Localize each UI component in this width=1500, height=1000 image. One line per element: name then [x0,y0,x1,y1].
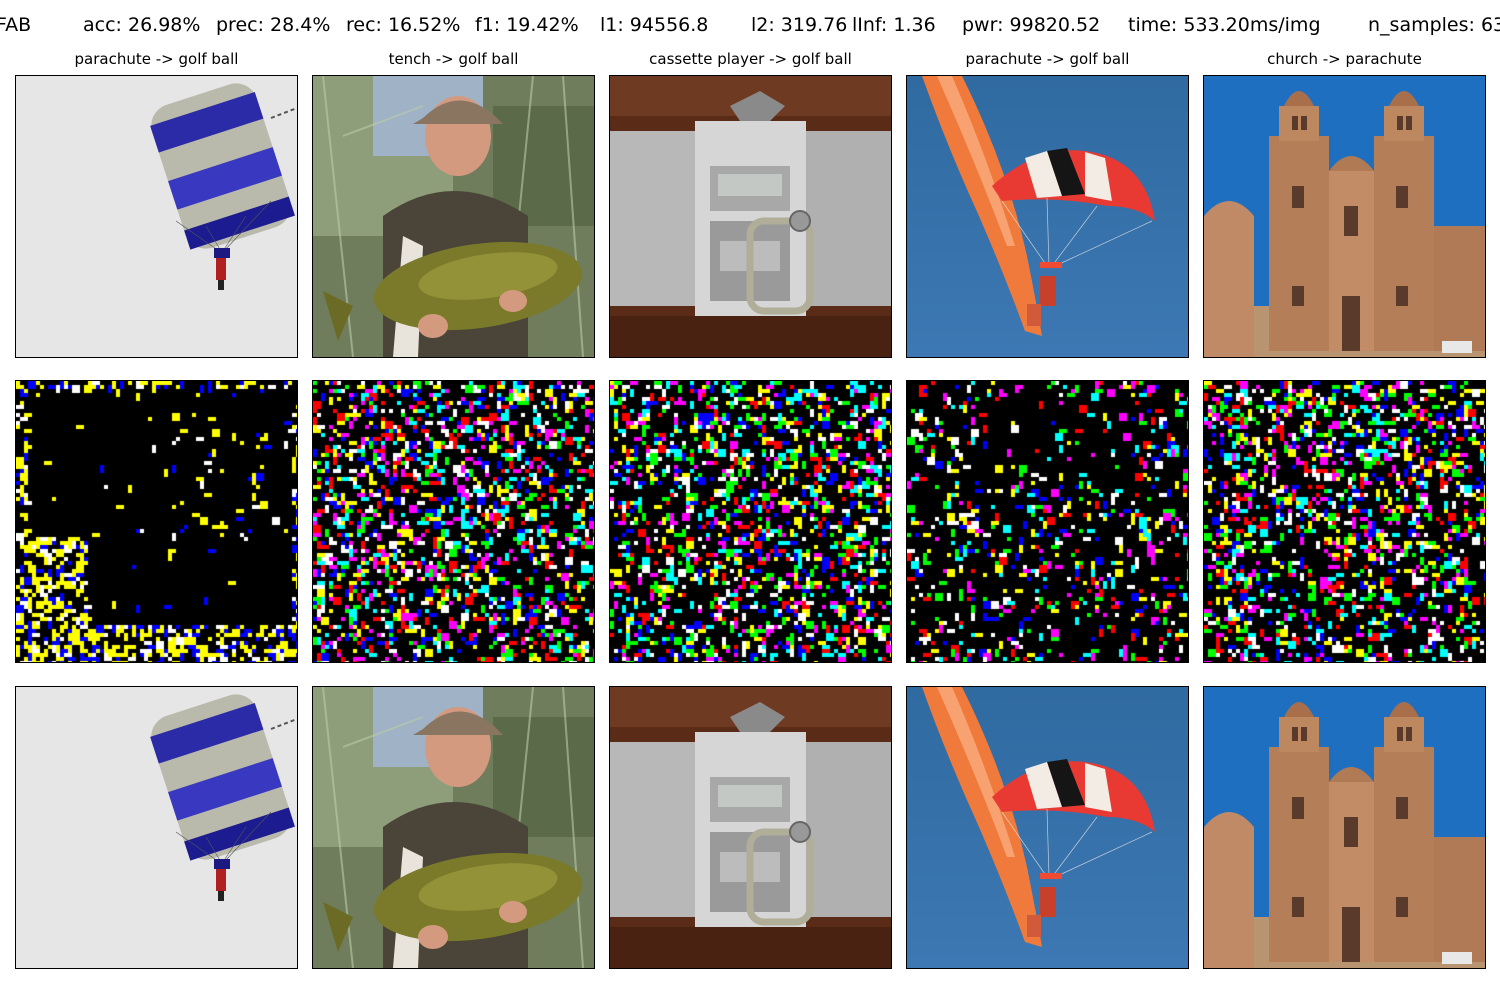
perturbation-image-4 [906,380,1189,663]
perturbation-image-5 [1203,380,1486,663]
original-image-tench [312,75,595,358]
perturbation-image-2 [312,380,595,663]
rec-metric: rec: 16.52% [346,14,461,36]
l2-metric: l2: 319.76 [751,14,848,36]
method-label: FAB [0,14,32,36]
l1-metric: l1: 94556.8 [600,14,709,36]
column-title-2: tench -> golf ball [388,50,519,68]
perturbation-image-1 [15,380,298,663]
adversarial-image-parachute-grey [15,686,298,969]
column-title-5: church -> parachute [1267,50,1422,68]
original-image-cassette-player [609,75,892,358]
column-title-1: parachute -> golf ball [74,50,239,68]
adversarial-image-parachute-blue [906,686,1189,969]
pwr-metric: pwr: 99820.52 [962,14,1101,36]
original-image-parachute-grey [15,75,298,358]
original-image-church [1203,75,1486,358]
linf-metric: lInf: 1.36 [852,14,936,36]
metrics-header: FAB acc: 26.98% prec: 28.4% rec: 16.52% … [0,14,1500,42]
adversarial-image-church [1203,686,1486,969]
adversarial-image-tench [312,686,595,969]
adversarial-image-cassette-player [609,686,892,969]
column-title-4: parachute -> golf ball [965,50,1130,68]
n-samples-metric: n_samples: 63 [1368,14,1500,36]
acc-metric: acc: 26.98% [83,14,201,36]
time-metric: time: 533.20ms/img [1128,14,1321,36]
column-title-3: cassette player -> golf ball [649,50,852,68]
f1-metric: f1: 19.42% [475,14,579,36]
prec-metric: prec: 28.4% [216,14,331,36]
perturbation-image-3 [609,380,892,663]
original-image-parachute-blue [906,75,1189,358]
